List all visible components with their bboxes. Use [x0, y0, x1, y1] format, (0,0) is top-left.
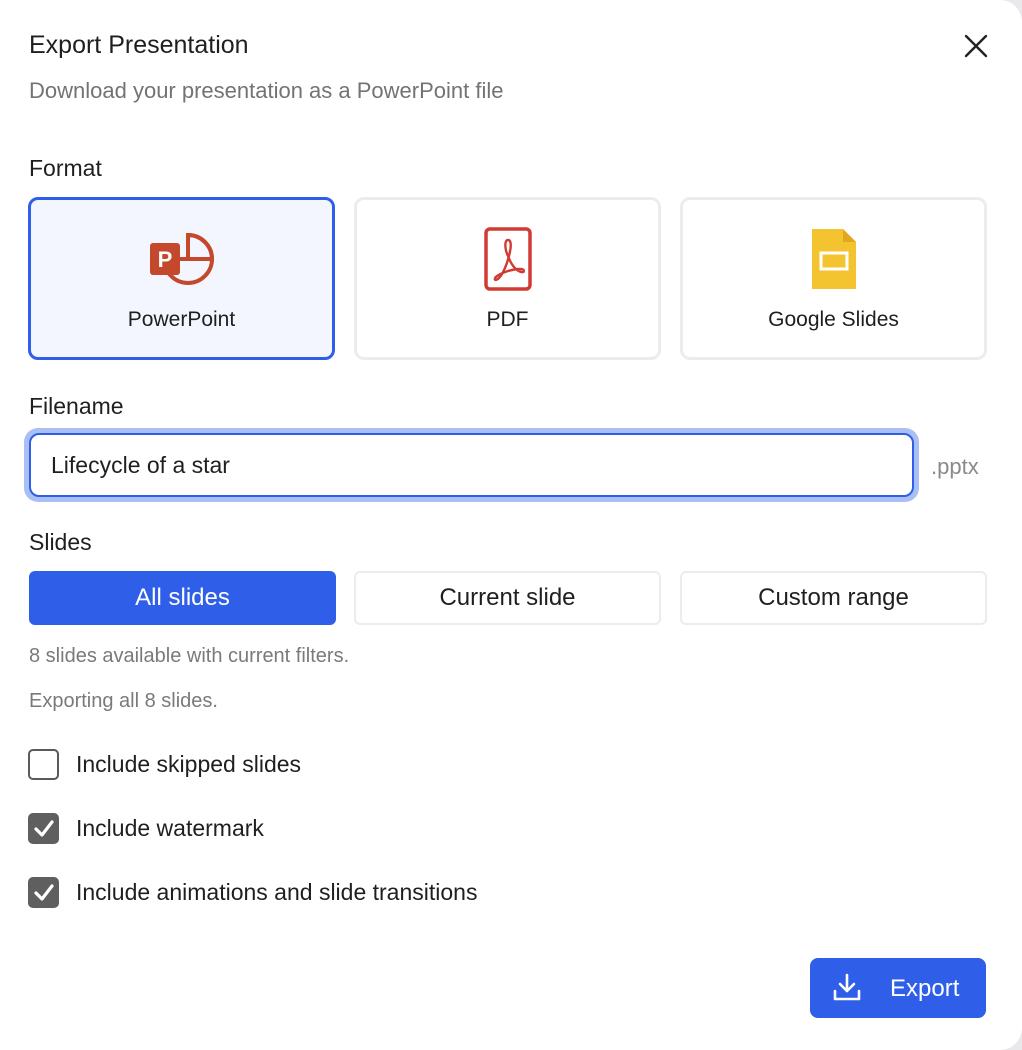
slides-exporting-text: Exporting all 8 slides.	[29, 690, 218, 712]
option-label: Include watermark	[76, 815, 264, 841]
export-button-label: Export	[890, 975, 960, 1002]
format-label: Format	[29, 155, 102, 181]
filename-extension: .pptx	[931, 454, 979, 479]
format-option-google-slides[interactable]: Google Slides	[680, 197, 987, 360]
svg-text:P: P	[157, 247, 172, 272]
close-icon	[964, 34, 988, 58]
slides-option-current[interactable]: Current slide	[354, 571, 661, 625]
format-option-powerpoint[interactable]: P PowerPoint	[28, 197, 335, 360]
slides-option-custom-range[interactable]: Custom range	[680, 571, 987, 625]
format-option-label: PowerPoint	[127, 308, 236, 331]
checkbox-checked[interactable]	[28, 813, 59, 844]
format-option-pdf[interactable]: PDF	[354, 197, 661, 360]
export-button[interactable]: Export	[810, 958, 986, 1018]
close-button[interactable]	[958, 28, 994, 64]
checkbox-checked[interactable]	[28, 877, 59, 908]
checkmark-icon	[33, 819, 54, 837]
option-label: Include skipped slides	[76, 751, 302, 777]
option-include-animations[interactable]: Include animations and slide transitions	[28, 877, 477, 908]
option-include-watermark[interactable]: Include watermark	[28, 813, 264, 844]
dialog-title: Export Presentation	[29, 31, 249, 59]
google-slides-icon	[800, 226, 868, 292]
option-label: Include animations and slide transitions	[76, 879, 478, 905]
format-option-label: Google Slides	[768, 308, 899, 331]
filename-input[interactable]	[29, 433, 914, 497]
download-icon	[833, 973, 861, 1001]
filename-label: Filename	[29, 393, 124, 419]
export-dialog: Export Presentation Download your presen…	[0, 0, 1022, 1050]
slides-label: Slides	[29, 529, 92, 555]
pdf-icon	[474, 226, 542, 292]
format-option-label: PDF	[486, 308, 529, 331]
slides-option-all[interactable]: All slides	[29, 571, 336, 625]
filename-field-wrapper	[24, 428, 919, 502]
checkmark-icon	[33, 883, 54, 901]
slides-available-text: 8 slides available with current filters.	[29, 645, 350, 667]
powerpoint-icon: P	[148, 226, 216, 292]
dialog-subtitle: Download your presentation as a PowerPoi…	[29, 78, 504, 103]
checkbox-unchecked[interactable]	[28, 749, 59, 780]
option-include-skipped-slides[interactable]: Include skipped slides	[28, 749, 301, 780]
